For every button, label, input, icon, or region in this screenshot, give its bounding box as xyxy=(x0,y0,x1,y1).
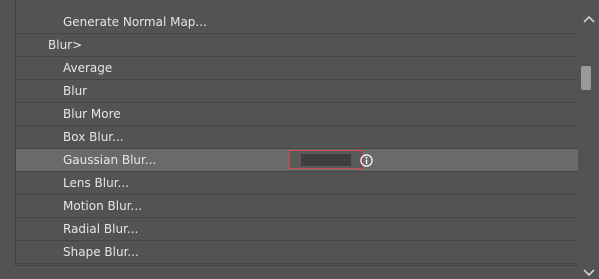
scrollbar-thumb[interactable] xyxy=(581,66,591,90)
vertical-scrollbar[interactable] xyxy=(578,0,599,279)
list-item-label: Average xyxy=(63,61,113,75)
keyboard-shortcuts-panel: Generate Normal Map... Blur> Average Blu… xyxy=(0,0,599,279)
list-item-label: Motion Blur... xyxy=(63,199,142,213)
shortcut-input-field[interactable] xyxy=(301,154,351,166)
list-item-label: Blur> xyxy=(48,38,83,52)
list-item-label: Shape Blur... xyxy=(63,245,139,259)
chevron-up-icon[interactable] xyxy=(583,14,595,24)
list-item-label: Blur xyxy=(63,84,88,98)
list-item[interactable]: Average xyxy=(16,57,578,80)
list-item-label: Radial Blur... xyxy=(63,222,139,236)
list-item[interactable]: Radial Blur... xyxy=(16,218,578,241)
shortcut-input[interactable] xyxy=(289,150,364,169)
list-item-label: Gaussian Blur... xyxy=(63,153,157,167)
list-item[interactable]: Blur xyxy=(16,80,578,103)
list-item-selected[interactable]: Gaussian Blur... xyxy=(16,149,578,172)
list-item-label: Box Blur... xyxy=(63,130,124,144)
list-item-label: Blur More xyxy=(63,107,121,121)
list-item[interactable]: Motion Blur... xyxy=(16,195,578,218)
menu-command-list: Generate Normal Map... Blur> Average Blu… xyxy=(15,0,578,266)
list-item[interactable]: Lens Blur... xyxy=(16,172,578,195)
list-item-label: Generate Normal Map... xyxy=(63,15,207,29)
list-item-label: Lens Blur... xyxy=(63,176,129,190)
list-item-group[interactable]: Blur> xyxy=(16,34,578,57)
list-item[interactable]: Shape Blur... xyxy=(16,241,578,264)
list-item[interactable]: Blur More xyxy=(16,103,578,126)
list-item[interactable]: Box Blur... xyxy=(16,126,578,149)
info-icon[interactable] xyxy=(360,154,373,167)
list-item[interactable]: Generate Normal Map... xyxy=(16,11,578,34)
chevron-down-icon[interactable] xyxy=(583,268,595,278)
